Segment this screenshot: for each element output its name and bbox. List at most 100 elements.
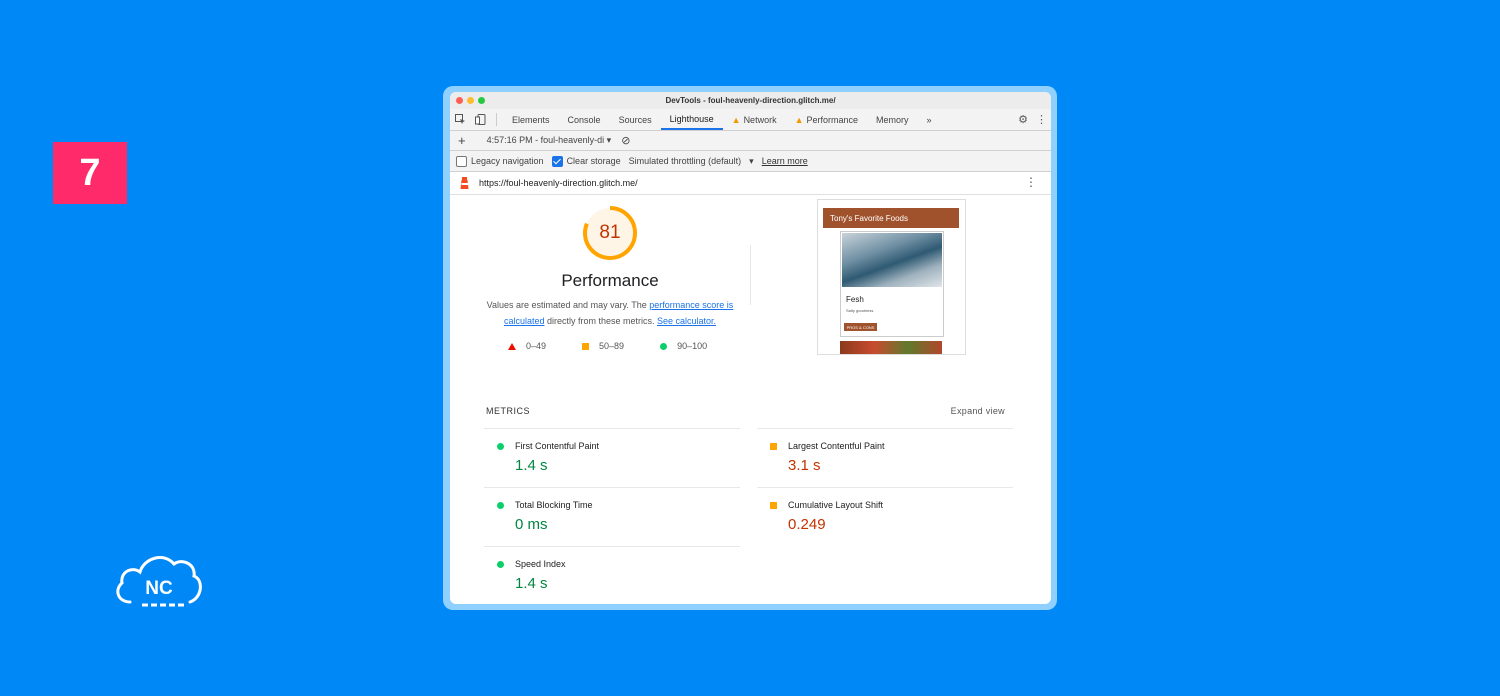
window-titlebar: DevTools - foul-heavenly-direction.glitc… <box>450 92 1051 109</box>
screenshot-item-name: Fesh <box>846 295 864 304</box>
legacy-navigation-checkbox[interactable]: Legacy navigation <box>456 155 544 167</box>
section-divider <box>750 245 751 305</box>
pass-circle-icon <box>497 443 504 450</box>
report-select[interactable]: 4:57:16 PM - foul-heavenly-di ▾ <box>487 135 612 146</box>
report-url[interactable]: https://foul-heavenly-direction.glitch.m… <box>479 178 638 188</box>
screenshot-header: Tony's Favorite Foods <box>823 208 959 228</box>
checkbox-label: Legacy navigation <box>471 156 544 166</box>
tab-label: Lighthouse <box>669 113 714 124</box>
gear-icon[interactable]: ⚙ <box>1018 113 1028 126</box>
metrics-heading: METRICS <box>486 406 530 416</box>
description-text: directly from these metrics. <box>544 316 657 326</box>
inspect-element-icon[interactable] <box>450 109 470 130</box>
legend-pass: 90–100 <box>660 341 707 351</box>
tab-label: Sources <box>618 114 652 125</box>
expand-view-toggle[interactable]: Expand view <box>951 406 1005 416</box>
throttling-label: Simulated throttling (default) <box>628 156 742 166</box>
clear-storage-checkbox[interactable]: Clear storage <box>551 155 621 167</box>
metric-value: 0.249 <box>788 516 826 533</box>
lighthouse-toolbar: + 4:57:16 PM - foul-heavenly-di ▾ ⊘ <box>450 131 1051 151</box>
category-title: Performance <box>561 271 659 290</box>
step-number-badge: 7 <box>53 142 127 204</box>
metric-name: Cumulative Layout Shift <box>788 500 884 510</box>
more-tabs-icon[interactable]: » <box>918 109 941 130</box>
final-screenshot: Tony's Favorite Foods Fesh Salty goodnes… <box>817 199 966 355</box>
average-square-icon <box>770 443 777 450</box>
legend-fail: 0–49 <box>508 341 546 351</box>
tab-label: Performance <box>806 114 859 125</box>
toolbar-right: ⚙ ⋮ <box>1018 109 1047 130</box>
window-controls <box>456 97 485 104</box>
checkbox-checked-icon <box>551 155 563 167</box>
tab-label: Memory <box>876 114 909 125</box>
report-select-label: 4:57:16 PM - foul-heavenly-di <box>486 135 605 145</box>
triangle-icon <box>508 342 516 350</box>
more-options-icon[interactable]: ⋮ <box>1036 113 1047 126</box>
metric-speed-index: Speed Index 1.4 s <box>484 546 740 604</box>
warning-icon: ▲ <box>731 114 741 125</box>
legend-average: 50–89 <box>582 341 624 351</box>
report-menu-icon[interactable]: ⋮ <box>1025 176 1037 188</box>
metric-name: First Contentful Paint <box>515 441 600 451</box>
tab-sources[interactable]: Sources <box>610 109 661 130</box>
score-legend: 0–49 50–89 90–100 <box>508 341 707 351</box>
metric-value: 0 ms <box>515 516 548 533</box>
legend-range: 50–89 <box>599 341 625 351</box>
block-icon[interactable]: ⊘ <box>621 134 630 147</box>
performance-score: 81 <box>599 222 621 243</box>
metric-value: 1.4 s <box>515 575 548 592</box>
metric-value: 1.4 s <box>515 457 548 474</box>
tab-elements[interactable]: Elements <box>503 109 559 130</box>
metric-largest-contentful-paint: Largest Contentful Paint 3.1 s <box>757 428 1013 487</box>
tab-label: Network <box>743 114 777 125</box>
tab-label: Console <box>567 114 601 125</box>
pass-circle-icon <box>497 561 504 568</box>
score-description: Values are estimated and may vary. The p… <box>480 297 740 329</box>
tab-label: Elements <box>512 114 550 125</box>
metric-total-blocking-time: Total Blocking Time 0 ms <box>484 487 740 546</box>
lighthouse-report: 81 Performance Values are estimated and … <box>450 195 1051 604</box>
see-calculator-link[interactable]: See calculator. <box>657 316 716 326</box>
square-icon <box>582 342 590 350</box>
pass-circle-icon <box>497 502 504 509</box>
tab-memory[interactable]: Memory <box>867 109 918 130</box>
tab-network[interactable]: ▲ Network <box>723 109 786 130</box>
plus-icon[interactable]: + <box>458 133 466 148</box>
window-title: DevTools - foul-heavenly-direction.glitc… <box>665 96 836 105</box>
close-window-button[interactable] <box>456 97 463 104</box>
throttling-dropdown-icon[interactable]: ▾ <box>749 156 754 167</box>
metric-cumulative-layout-shift: Cumulative Layout Shift 0.249 <box>757 487 1013 546</box>
metric-first-contentful-paint: First Contentful Paint 1.4 s <box>484 428 740 487</box>
legend-range: 90–100 <box>677 341 708 351</box>
average-square-icon <box>770 502 777 509</box>
fish-image <box>842 233 942 287</box>
logo-text: NC <box>145 578 173 599</box>
device-toolbar-icon[interactable] <box>470 109 490 130</box>
devtools-tabbar: Elements Console Sources Lighthouse ▲ Net… <box>450 109 1051 131</box>
metric-name: Speed Index <box>515 559 566 569</box>
learn-more-link[interactable]: Learn more <box>762 156 808 166</box>
tab-lighthouse[interactable]: Lighthouse <box>660 109 723 130</box>
lighthouse-options: Legacy navigation Clear storage Simulate… <box>450 151 1051 172</box>
nc-cloud-logo: NC <box>112 550 206 610</box>
description-text: Values are estimated and may vary. The <box>486 300 650 310</box>
minimize-window-button[interactable] <box>467 97 474 104</box>
metric-name: Largest Contentful Paint <box>788 441 885 451</box>
zoom-window-button[interactable] <box>478 97 485 104</box>
food-image <box>840 341 942 354</box>
legend-range: 0–49 <box>526 341 547 351</box>
screenshot-item-sub: Salty goodness <box>846 308 874 313</box>
toolbar-divider <box>496 113 497 126</box>
circle-icon <box>660 342 668 350</box>
tab-performance[interactable]: ▲ Performance <box>786 109 867 130</box>
screenshot-card: Fesh Salty goodness PROS & CONS <box>840 231 944 337</box>
devtools-window: DevTools - foul-heavenly-direction.glitc… <box>450 92 1051 604</box>
metric-value: 3.1 s <box>788 457 821 474</box>
metric-name: Total Blocking Time <box>515 500 593 510</box>
lighthouse-icon <box>460 177 469 189</box>
checkbox-icon <box>456 155 467 167</box>
checkbox-label: Clear storage <box>566 156 621 166</box>
report-url-bar: https://foul-heavenly-direction.glitch.m… <box>450 172 1051 195</box>
warning-icon: ▲ <box>794 114 804 125</box>
tab-console[interactable]: Console <box>559 109 610 130</box>
